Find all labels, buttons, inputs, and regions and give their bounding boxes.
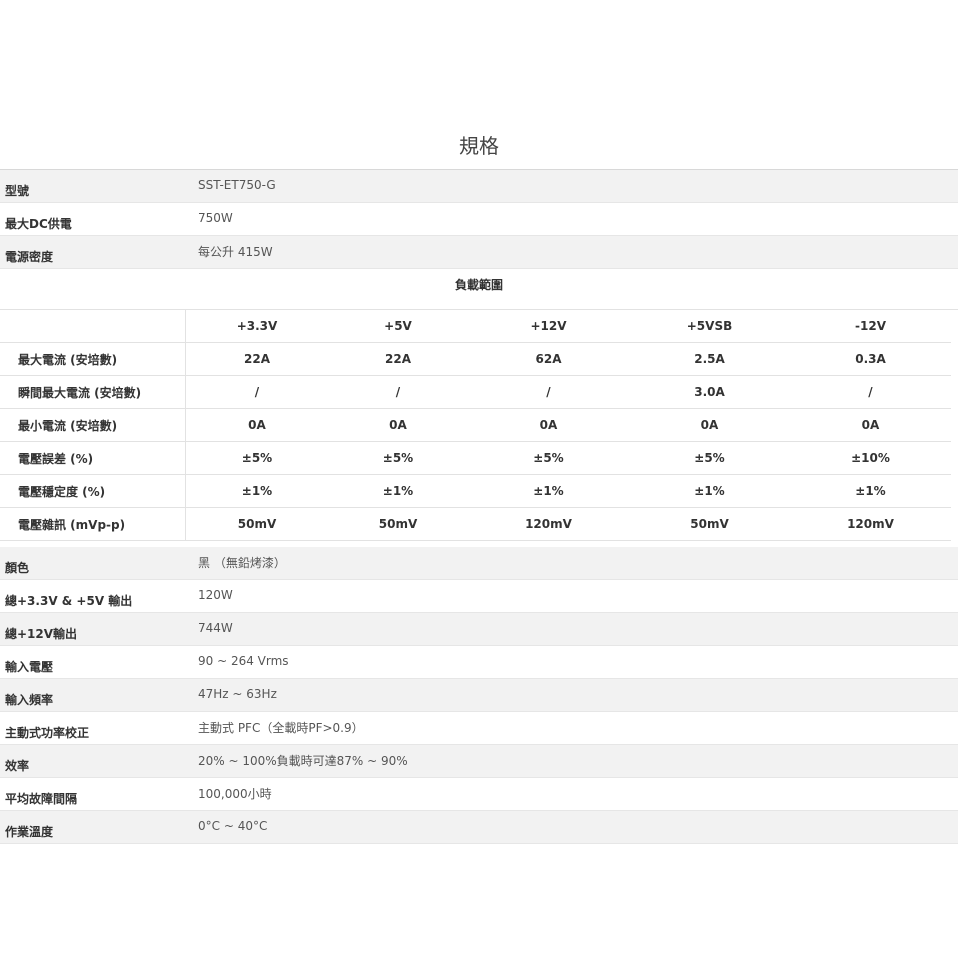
spec-label: 最大DC供電 <box>5 216 72 231</box>
spec-row-mtbf: 平均故障間隔 100,000小時 <box>0 778 958 811</box>
load-cell: ±5% <box>241 451 273 465</box>
spec-value: 90 ~ 264 Vrms <box>198 654 289 668</box>
spec-label: 效率 <box>5 758 30 773</box>
load-cell: 0A <box>539 418 558 432</box>
load-cell: 0A <box>861 418 880 432</box>
load-cell: 62A <box>535 352 562 366</box>
spec-label: 總+3.3V & +5V 輸出 <box>5 593 133 608</box>
load-cell: ±1% <box>694 484 725 498</box>
spec-label: 主動式功率校正 <box>5 725 90 740</box>
spec-row-power-density: 電源密度 每公升 415W <box>0 236 958 269</box>
load-column-header: +5VSB <box>686 319 733 333</box>
spec-row-operating-temp: 作業溫度 0°C ~ 40°C <box>0 811 958 844</box>
spec-row-efficiency: 效率 20% ~ 100%負載時可達87% ~ 90% <box>0 745 958 778</box>
load-cell: 50mV <box>378 517 418 531</box>
load-cell: / <box>546 385 551 399</box>
load-cell: 0A <box>248 418 266 432</box>
spec-value: 100,000小時 <box>198 786 272 801</box>
load-cell: 0.3A <box>855 352 886 366</box>
spec-value: SST-ET750-G <box>198 178 276 192</box>
spec-value: 750W <box>198 211 233 225</box>
load-cell: / <box>868 385 873 399</box>
spec-row-input-voltage: 輸入電壓 90 ~ 264 Vrms <box>0 646 958 679</box>
load-cell: 2.5A <box>694 352 725 366</box>
spec-row-max-dc: 最大DC供電 750W <box>0 203 958 236</box>
spec-label: 顏色 <box>5 560 30 575</box>
load-cell: ±1% <box>382 484 414 498</box>
spec-label: 電源密度 <box>5 249 54 264</box>
load-row: 電壓雜訊 (mVp-p) 50mV 50mV 120mV 50mV 120mV <box>0 508 951 541</box>
load-row-label: 最大電流 (安培數) <box>0 343 186 375</box>
spec-value: 20% ~ 100%負載時可達87% ~ 90% <box>198 753 408 768</box>
load-column-header: +3.3V <box>236 319 278 333</box>
spec-label: 型號 <box>5 183 30 198</box>
load-cell: ±5% <box>694 451 725 465</box>
spec-label: 總+12V輸出 <box>5 626 78 641</box>
load-row-label: 電壓穩定度 (%) <box>0 475 186 507</box>
load-row-label: 電壓誤差 (%) <box>0 442 186 474</box>
load-cell: 120mV <box>525 517 572 531</box>
load-cell: / <box>395 385 401 399</box>
load-row: 瞬間最大電流 (安培數) / / / 3.0A / <box>0 376 951 409</box>
spec-row-color: 顏色 黑 （無鉛烤漆） <box>0 547 958 580</box>
spec-label: 輸入頻率 <box>5 692 54 707</box>
load-header-row: +3.3V +5V +12V +5VSB -12V <box>0 310 951 343</box>
load-cell: 22A <box>244 352 270 366</box>
load-cell: 0A <box>389 418 407 432</box>
spec-label: 平均故障間隔 <box>5 791 78 806</box>
page-title: 規格 <box>459 134 499 158</box>
spec-value: 主動式 PFC（全載時PF>0.9） <box>198 720 364 735</box>
load-column-header: +5V <box>384 319 412 333</box>
load-cell: ±5% <box>533 451 564 465</box>
load-range-table: +3.3V +5V +12V +5VSB -12V 最大電流 (安培數) 22A… <box>0 310 951 547</box>
load-column-header: -12V <box>855 319 886 333</box>
spec-value: 47Hz ~ 63Hz <box>198 687 277 701</box>
spec-table: 型號 SST-ET750-G 最大DC供電 750W 電源密度 每公升 415W… <box>0 169 958 844</box>
spec-value: 744W <box>198 621 233 635</box>
load-cell: 50mV <box>690 517 729 531</box>
load-row: 最大電流 (安培數) 22A 22A 62A 2.5A 0.3A <box>0 343 951 376</box>
spec-row-pfc: 主動式功率校正 主動式 PFC（全載時PF>0.9） <box>0 712 958 745</box>
load-cell: / <box>254 385 260 399</box>
load-range-title: 負載範圍 <box>0 269 958 310</box>
spec-row-33v-5v-output: 總+3.3V & +5V 輸出 120W <box>0 580 958 613</box>
load-cell: 22A <box>385 352 411 366</box>
spec-label: 作業溫度 <box>5 824 54 839</box>
load-row-label: 瞬間最大電流 (安培數) <box>0 376 186 408</box>
spec-row-model: 型號 SST-ET750-G <box>0 170 958 203</box>
load-cell: 50mV <box>237 517 277 531</box>
load-cell: ±1% <box>241 484 273 498</box>
load-row: 電壓誤差 (%) ±5% ±5% ±5% ±5% ±10% <box>0 442 951 475</box>
spec-value: 0°C ~ 40°C <box>198 819 268 833</box>
load-cell: ±1% <box>855 484 886 498</box>
load-cell: 0A <box>700 418 719 432</box>
load-row-label: 電壓雜訊 (mVp-p) <box>0 508 186 540</box>
load-cell: ±10% <box>851 451 890 465</box>
load-cell: ±5% <box>382 451 414 465</box>
load-row: 最小電流 (安培數) 0A 0A 0A 0A 0A <box>0 409 951 442</box>
load-cell: ±1% <box>533 484 564 498</box>
spec-value: 每公升 415W <box>198 244 273 259</box>
load-column-header: +12V <box>530 319 567 333</box>
load-row-label: 最小電流 (安培數) <box>0 409 186 441</box>
spec-value: 120W <box>198 588 233 602</box>
spec-row-input-frequency: 輸入頻率 47Hz ~ 63Hz <box>0 679 958 712</box>
load-header-empty <box>0 310 186 342</box>
spec-row-12v-output: 總+12V輸出 744W <box>0 613 958 646</box>
load-cell: 3.0A <box>694 385 725 399</box>
spec-value: 黑 （無鉛烤漆） <box>198 555 286 570</box>
load-row: 電壓穩定度 (%) ±1% ±1% ±1% ±1% ±1% <box>0 475 951 508</box>
load-cell: 120mV <box>847 517 894 531</box>
spec-label: 輸入電壓 <box>5 659 54 674</box>
